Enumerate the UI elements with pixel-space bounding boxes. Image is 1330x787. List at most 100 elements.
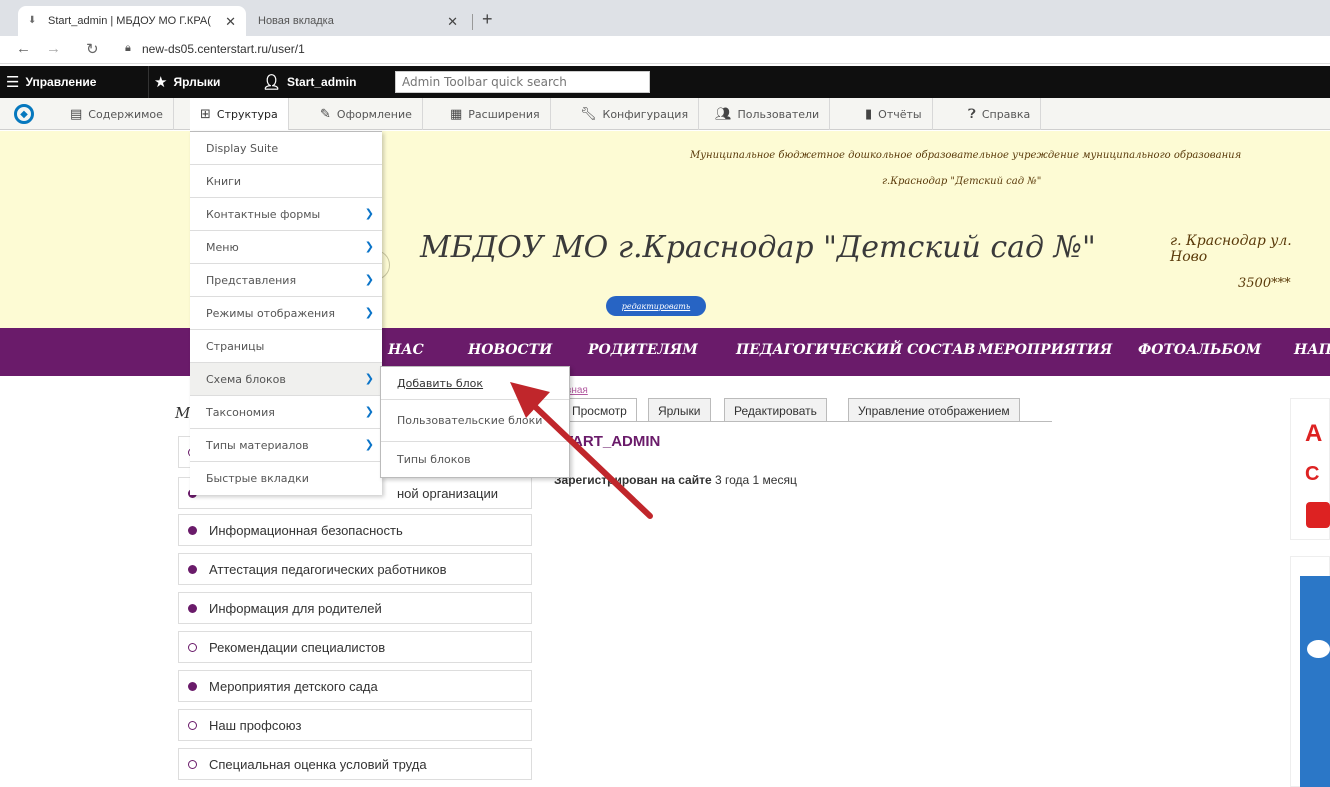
bullet-icon (188, 603, 197, 613)
url-field[interactable]: new-ds05.centerstart.ru/user/1 (142, 42, 305, 56)
tray-item-label: Расширения (468, 107, 540, 121)
nav-item-parents[interactable]: РОДИТЕЛЯМ (588, 342, 698, 358)
tray-item-appearance[interactable]: ✎ Оформление (310, 98, 423, 130)
tray-item-extend[interactable]: ▦ Расширения (440, 98, 551, 130)
sidebar-item-label: Информация для родителей (209, 600, 382, 616)
registration-info: Зарегистрирован на сайте 3 года 1 месяц (554, 473, 797, 487)
menu-item-books[interactable]: Книги (190, 165, 382, 198)
bullet-icon (188, 759, 197, 769)
browser-tab-inactive[interactable]: Новая вкладка ✕ (248, 6, 468, 36)
menu-item-content-types[interactable]: Типы материалов ❯ (190, 429, 382, 462)
menu-item-block-types[interactable]: Типы блоков (381, 442, 569, 477)
user-icon: 👤︎ (262, 74, 282, 91)
edit-header-button[interactable]: редактировать (606, 296, 706, 316)
menu-item-label: Схема блоков (206, 372, 286, 386)
menu-item-label: Добавить блок (397, 376, 484, 390)
right-widget-banner[interactable] (1300, 576, 1330, 787)
puzzle-icon: ▦ (450, 106, 463, 122)
browser-tab-active[interactable]: ⬇ Start_admin | МБДОУ МО Г.КРА( ✕ (18, 6, 246, 36)
tray-item-structure[interactable]: ⊞ Структура (190, 98, 289, 130)
menu-item-label: Таксономия (206, 405, 275, 419)
sitemap-icon: ⊞ (200, 106, 211, 122)
menu-item-menus[interactable]: Меню ❯ (190, 231, 382, 264)
cloud-icon (1307, 640, 1330, 658)
tab-shortcuts[interactable]: Ярлыки (648, 398, 711, 422)
site-logo-text[interactable]: МБДОУ МО г.Краснодар "Детский сад №" (420, 230, 1096, 265)
tray-item-label: Справка (981, 107, 1031, 121)
right-widget-button[interactable] (1306, 502, 1330, 528)
tray-item-label: Отчёты (878, 107, 922, 121)
toolbar-manage[interactable]: ☰ Управление (6, 66, 96, 98)
sidebar-item-label: Наш профсоюз (209, 717, 302, 733)
lock-icon[interactable]: 🔒︎ (125, 42, 131, 55)
right-widget-letter: С (1305, 463, 1320, 485)
nav-item-more[interactable]: НАП (1294, 342, 1330, 358)
forward-arrow-icon[interactable]: → (46, 40, 61, 57)
menu-item-display-suite[interactable]: Display Suite (190, 132, 382, 165)
tab-view[interactable]: Просмотр (562, 398, 637, 422)
file-icon: ▤ (70, 106, 83, 122)
sidebar-item[interactable]: Рекомендации специалистов (178, 631, 532, 663)
header-postcode: 3500*** (1238, 276, 1291, 291)
menu-item-custom-blocks[interactable]: Пользовательские блоки (381, 400, 569, 442)
sidebar-item[interactable]: Информация для родителей (178, 592, 532, 624)
tray-item-label: Конфигурация (602, 107, 689, 121)
bullet-icon (188, 564, 197, 574)
toolbar-manage-label: Управление (25, 75, 97, 89)
tray-item-configuration[interactable]: 🔧︎ Конфигурация (570, 98, 700, 130)
menu-item-label: Книги (206, 174, 242, 188)
sidebar-item[interactable]: Наш профсоюз (178, 709, 532, 741)
toolbar-divider (148, 66, 149, 98)
bullet-icon (188, 642, 197, 652)
sidebar-item[interactable]: Специальная оценка условий труда (178, 748, 532, 780)
tab-manage-display[interactable]: Управление отображением (848, 398, 1020, 422)
star-icon: ★ (154, 74, 168, 91)
menu-item-add-block[interactable]: Добавить блок (381, 367, 569, 400)
registration-label: Зарегистрирован на сайте (554, 473, 712, 487)
toolbar-user[interactable]: 👤︎ Start_admin (262, 66, 356, 98)
menu-item-pages[interactable]: Страницы (190, 330, 382, 363)
bar-chart-icon: ▮ (865, 106, 873, 122)
close-icon[interactable]: ✕ (225, 14, 236, 30)
menu-item-display-modes[interactable]: Режимы отображения ❯ (190, 297, 382, 330)
right-widget-letter: А (1305, 420, 1323, 447)
tabs-underline (562, 421, 1052, 422)
nav-item-events[interactable]: МЕРОПРИЯТИЯ (978, 342, 1112, 358)
nav-item-photoalbum[interactable]: ФОТОАЛЬБОМ (1138, 342, 1261, 358)
tray-item-reports[interactable]: ▮ Отчёты (855, 98, 933, 130)
nav-item-staff[interactable]: ПЕДАГОГИЧЕСКИЙ СОСТАВ (736, 342, 975, 358)
menu-item-contact-forms[interactable]: Контактные формы ❯ (190, 198, 382, 231)
tray-item-help[interactable]: ❓︎ Справка (958, 98, 1042, 130)
menu-item-block-layout[interactable]: Схема блоков ❯ (190, 363, 382, 396)
hamburger-icon: ☰ (6, 74, 20, 91)
nav-item-news[interactable]: НОВОСТИ (468, 342, 552, 358)
back-arrow-icon[interactable]: ← (16, 40, 31, 57)
toolbar-shortcuts-label: Ярлыки (173, 75, 221, 89)
drupal-logo-icon[interactable]: ◆ (14, 104, 34, 124)
plus-icon[interactable]: + (482, 9, 493, 30)
close-icon[interactable]: ✕ (447, 14, 458, 30)
menu-item-label: Быстрые вкладки (206, 472, 309, 485)
sidebar-title: М (175, 404, 191, 422)
sidebar-item[interactable]: Аттестация педагогических работников (178, 553, 532, 585)
chevron-right-icon: ❯ (364, 306, 374, 319)
sidebar-item[interactable]: Информационная безопасность (178, 514, 532, 546)
menu-item-quick-tabs[interactable]: Быстрые вкладки (190, 462, 382, 495)
toolbar-search-input[interactable] (395, 71, 650, 93)
menu-item-taxonomy[interactable]: Таксономия ❯ (190, 396, 382, 429)
bullet-icon (188, 681, 197, 691)
wrench-icon: 🔧︎ (580, 106, 597, 122)
tray-item-people[interactable]: 👥︎ Пользователи (705, 98, 831, 130)
tray-item-content[interactable]: ▤ Содержимое (60, 98, 174, 130)
sidebar-item[interactable]: Мероприятия детского сада (178, 670, 532, 702)
menu-item-label: Страницы (206, 339, 265, 353)
page-title: TART_ADMIN (564, 433, 661, 450)
menu-item-views[interactable]: Представления ❯ (190, 264, 382, 297)
reload-icon[interactable]: ↻ (86, 40, 99, 58)
toolbar-shortcuts[interactable]: ★ Ярлыки (154, 66, 220, 98)
menu-item-label: Контактные формы (206, 207, 321, 221)
nav-item-about[interactable]: НАС (388, 342, 424, 358)
sidebar-item-label: ной организации (397, 485, 499, 501)
menu-item-label: Представления (206, 273, 297, 287)
tab-edit[interactable]: Редактировать (724, 398, 827, 422)
